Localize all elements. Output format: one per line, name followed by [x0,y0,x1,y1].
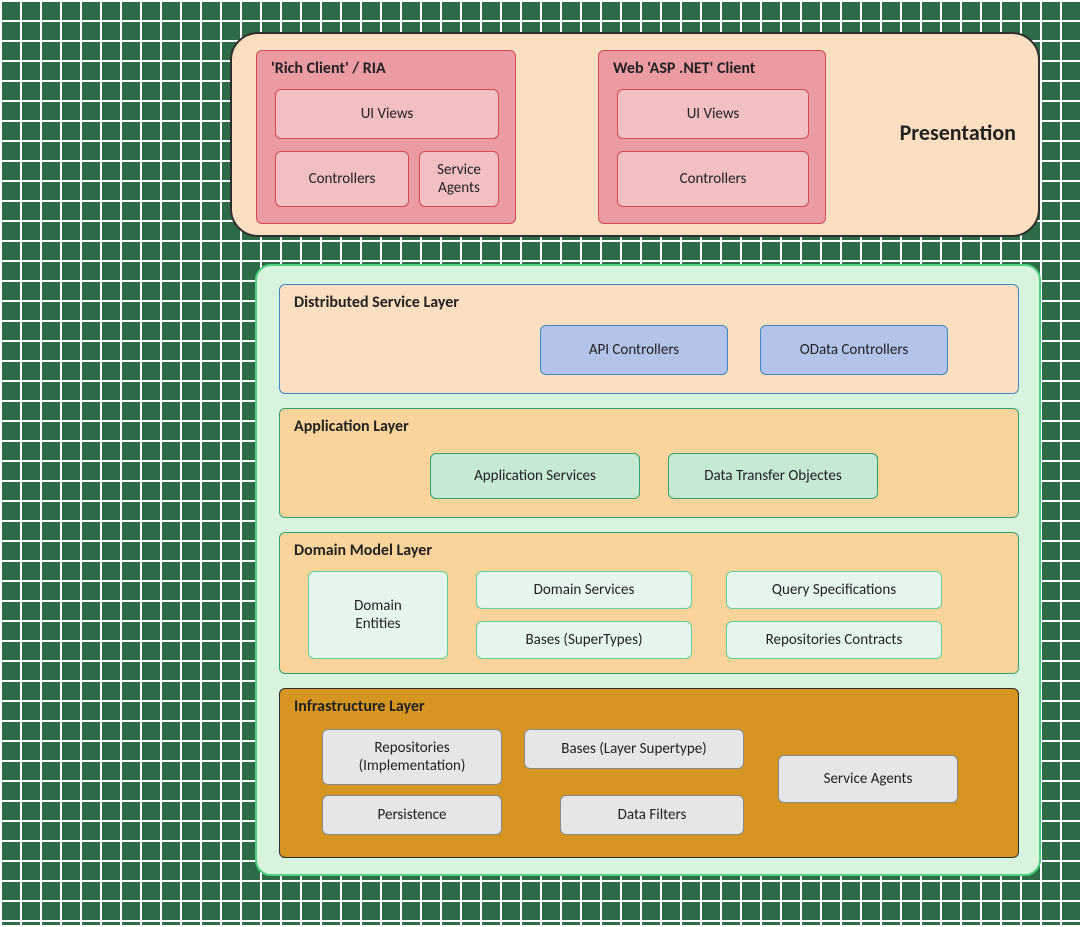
application-services-box: Application Services [430,453,640,499]
persistence-box: Persistence [322,795,502,835]
infrastructure-service-agents-box: Service Agents [778,755,958,803]
infrastructure-title: Infrastructure Layer [294,697,425,716]
bases-supertypes-box: Bases (SuperTypes) [476,621,692,659]
rich-client-ui-views: UI Views [275,89,499,139]
rich-client-service-agents: Service Agents [419,151,499,207]
dtos-box: Data Transfer Objectes [668,453,878,499]
domain-entities-box: Domain Entities [308,571,448,659]
data-filters-box: Data Filters [560,795,744,835]
rich-client-title: 'Rich Client' / RIA [271,59,386,78]
rich-client-controllers: Controllers [275,151,409,207]
domain-title: Domain Model Layer [294,541,432,560]
distributed-service-layer: Distributed Service Layer API Controller… [279,284,1019,394]
application-title: Application Layer [294,417,409,436]
presentation-title: Presentation [900,119,1016,146]
query-specifications-box: Query Specifications [726,571,942,609]
domain-model-layer: Domain Model Layer Domain Entities Domai… [279,532,1019,674]
web-client-group: Web 'ASP .NET' Client UI Views Controlle… [598,50,826,224]
application-layer: Application Layer Application Services D… [279,408,1019,518]
web-client-ui-views: UI Views [617,89,809,139]
domain-services-box: Domain Services [476,571,692,609]
rich-client-group: 'Rich Client' / RIA UI Views Controllers… [256,50,516,224]
api-controllers-box: API Controllers [540,325,728,375]
web-client-controllers: Controllers [617,151,809,207]
infrastructure-layer: Infrastructure Layer Repositories (Imple… [279,688,1019,858]
backend-container: Distributed Service Layer API Controller… [255,264,1041,876]
repositories-implementation-box: Repositories (Implementation) [322,729,502,785]
distributed-title: Distributed Service Layer [294,293,459,312]
odata-controllers-box: OData Controllers [760,325,948,375]
presentation-layer: Presentation 'Rich Client' / RIA UI View… [230,32,1040,237]
bases-layer-supertype-box: Bases (Layer Supertype) [524,729,744,769]
web-client-title: Web 'ASP .NET' Client [613,59,755,78]
repositories-contracts-box: Repositories Contracts [726,621,942,659]
